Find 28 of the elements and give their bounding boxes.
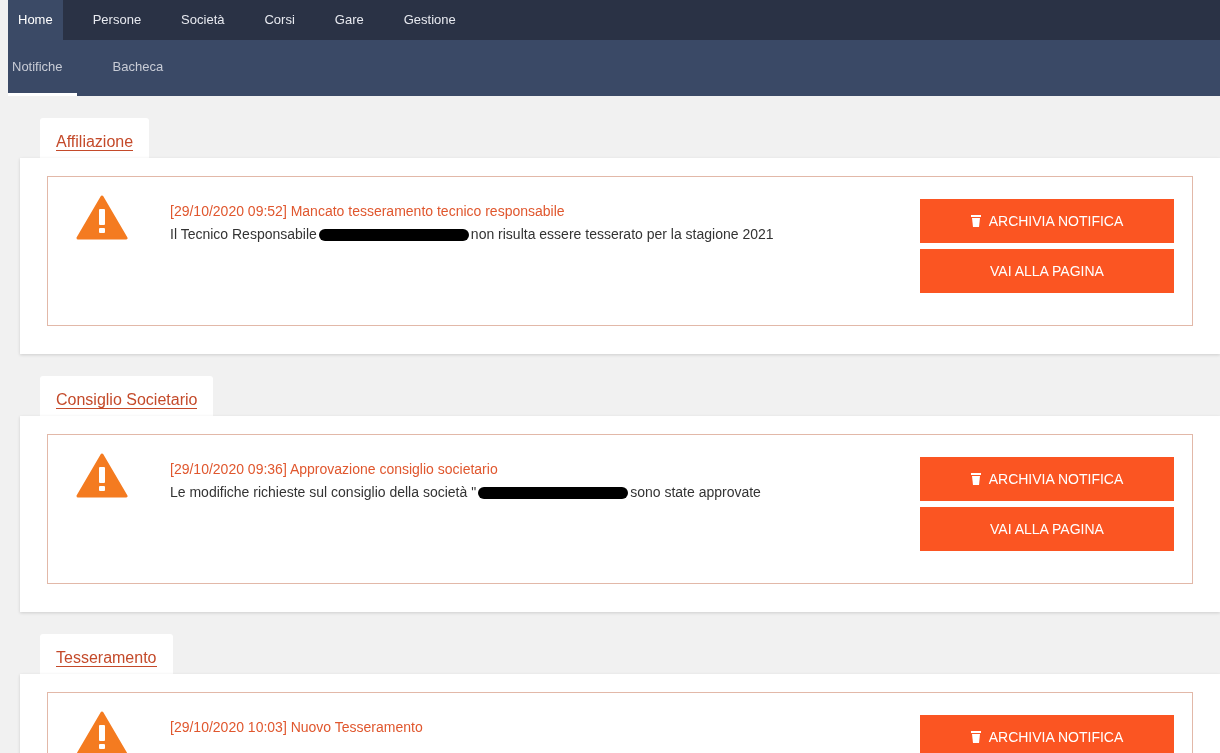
section-title: Tesseramento: [56, 649, 157, 667]
archive-button[interactable]: ARCHIVIA NOTIFICA: [920, 715, 1174, 753]
notification-text: sono state approvate: [630, 483, 761, 502]
archive-button[interactable]: ARCHIVIA NOTIFICA: [920, 457, 1174, 501]
nav-tab[interactable]: Corsi: [254, 0, 305, 40]
archive-button[interactable]: ARCHIVIA NOTIFICA: [920, 199, 1174, 243]
subnav-tab[interactable]: Bacheca: [108, 40, 168, 96]
notification-text: non risulta essere tesserato per la stagione 2021: [470, 225, 774, 244]
notification-title: [29/10/2020 10:03] Nuovo Tesseramento: [170, 718, 424, 737]
nav-tab[interactable]: Gestione: [393, 0, 466, 40]
notification-text: Il Tecnico Responsabile: [170, 225, 317, 244]
nav-tab[interactable]: Persone: [82, 0, 152, 40]
notification-title: [29/10/2020 09:36] Approvazione consiglio societario: [170, 460, 499, 479]
trash-icon: [970, 215, 981, 227]
notification-title: [29/10/2020 09:52] Mancato tesseramento tecnico responsabile: [170, 202, 566, 221]
subnav-tab[interactable]: Notifiche: [8, 40, 77, 96]
section-title: Affiliazione: [56, 133, 134, 151]
trash-icon: [970, 473, 981, 485]
warning-icon: [76, 195, 128, 241]
section-title: Consiglio Societario: [56, 391, 198, 409]
trash-icon: [970, 731, 981, 743]
goto-page-button[interactable]: VAI ALLA PAGINA: [920, 249, 1174, 293]
nav-tab[interactable]: Società: [171, 0, 235, 40]
nav-tab[interactable]: Gare: [324, 0, 374, 40]
warning-icon: [76, 453, 128, 499]
notification-text: Le modifiche richieste sul consiglio della società ": [170, 483, 477, 502]
goto-page-button[interactable]: VAI ALLA PAGINA: [920, 507, 1174, 551]
nav-tab[interactable]: Home: [8, 0, 63, 40]
